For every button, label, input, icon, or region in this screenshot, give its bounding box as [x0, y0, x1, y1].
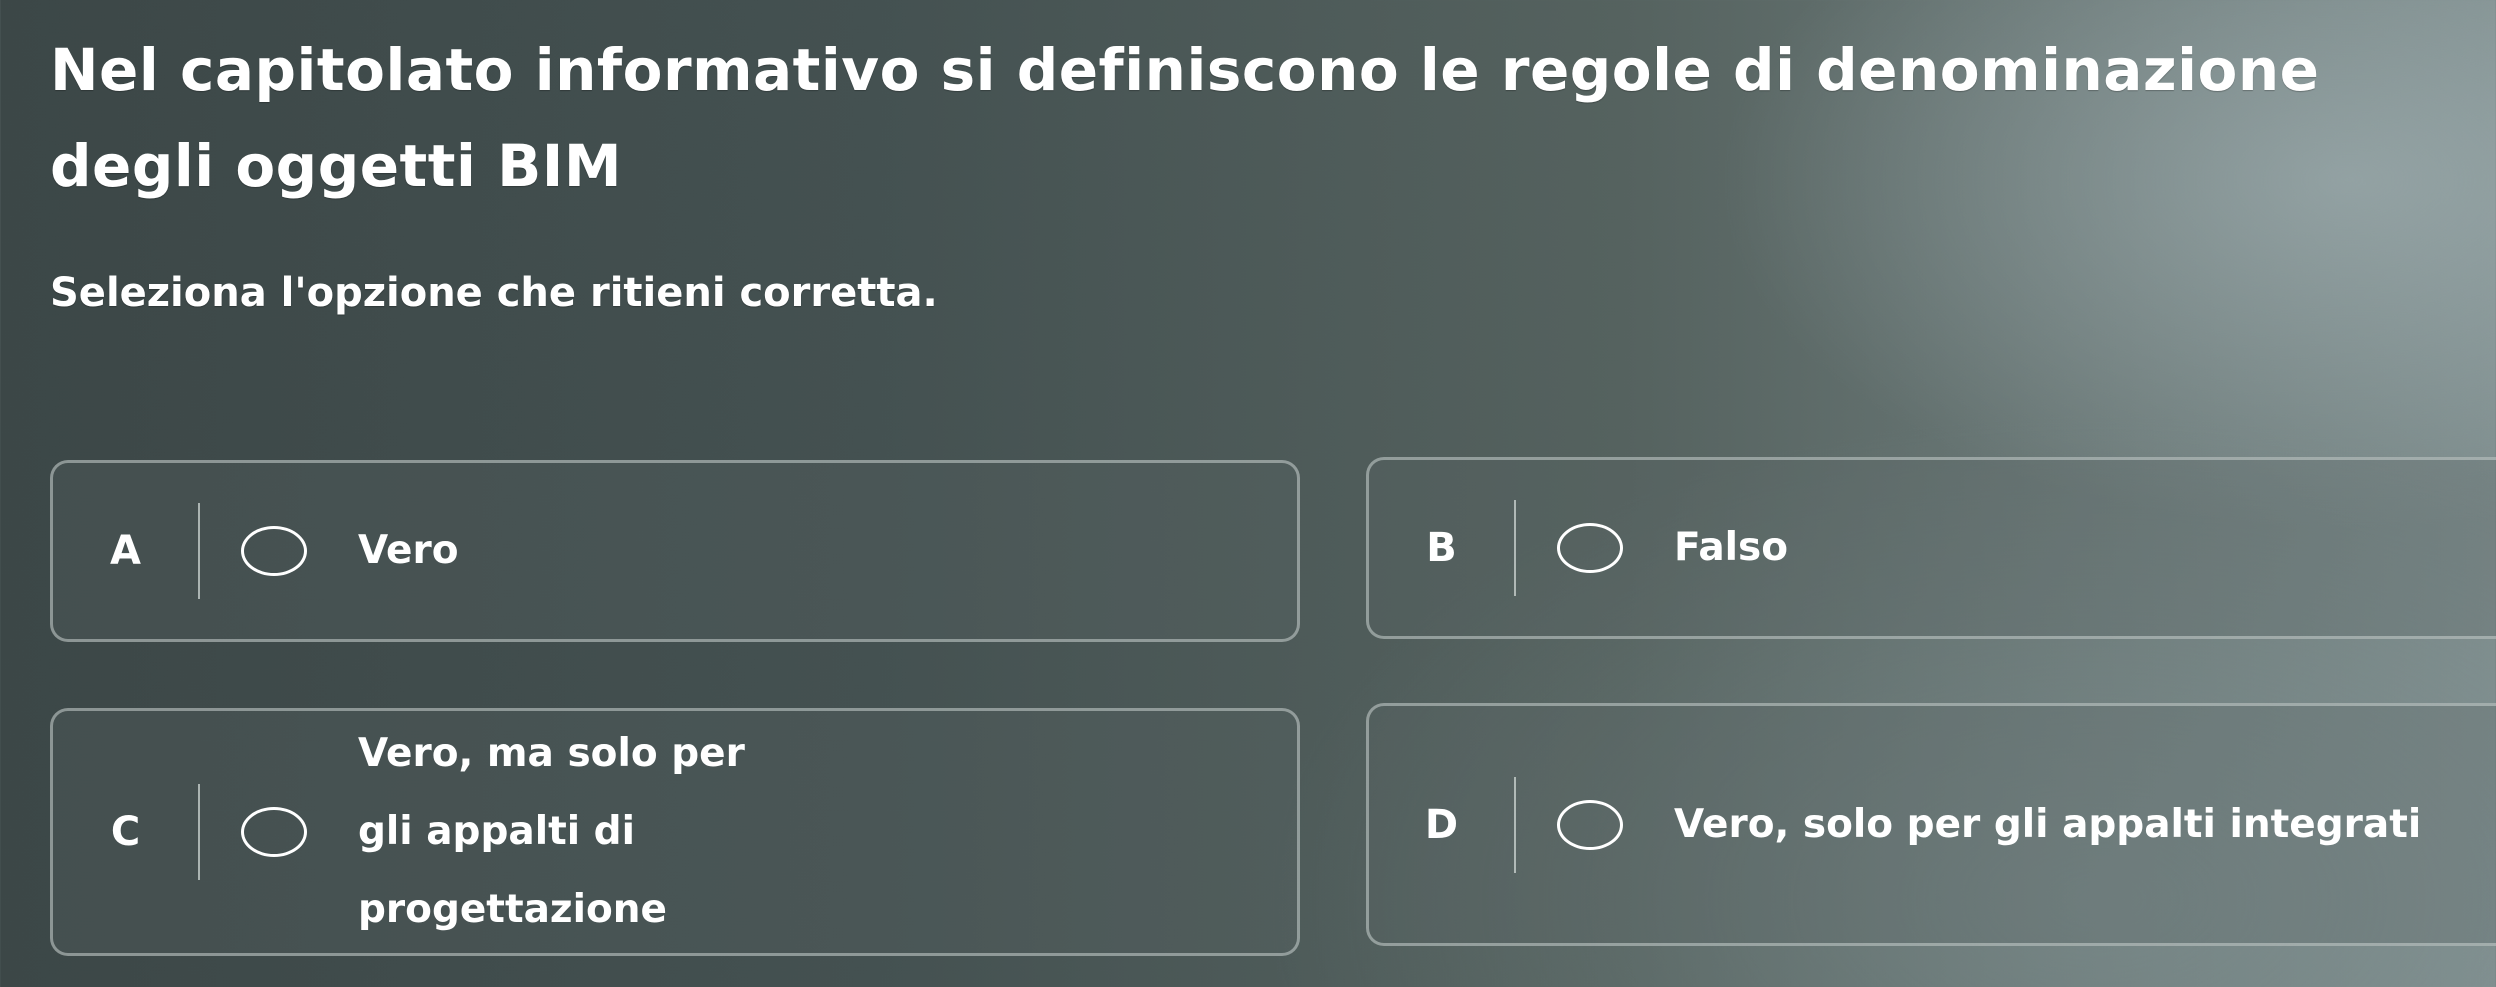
option-c[interactable]: C Vero, ma solo per gli appalti di proge… [50, 708, 1300, 956]
option-d[interactable]: D Vero, solo per gli appalti integrati [1366, 703, 2496, 946]
option-label-text: Vero, solo per gli appalti integrati [1674, 801, 2422, 847]
option-label-text: Vero [358, 528, 459, 573]
option-divider [198, 503, 200, 599]
option-letter: D [1424, 801, 1459, 848]
radio-circle-icon[interactable] [241, 807, 307, 857]
question-text: Nel capitolato informativo si definiscon… [50, 36, 2320, 200]
radio-circle-icon[interactable] [1557, 523, 1623, 573]
option-divider [1514, 500, 1516, 596]
option-letter: A [110, 528, 141, 574]
option-divider [1514, 776, 1516, 873]
option-label-text: Falso [1674, 525, 1789, 570]
instruction-text: Seleziona l'opzione che ritieni corretta… [50, 270, 938, 316]
option-label: Vero, ma solo per gli appalti di progett… [358, 711, 777, 953]
option-label: Vero, solo per gli appalti integrati [1674, 706, 2496, 943]
option-letter: C [110, 809, 141, 855]
radio-circle-icon[interactable] [1557, 799, 1623, 850]
option-label: Vero [358, 463, 1257, 639]
option-b[interactable]: B Falso [1366, 457, 2496, 639]
option-a[interactable]: A Vero [50, 460, 1300, 642]
option-letter: B [1426, 525, 1457, 571]
option-label: Falso [1674, 460, 2496, 636]
radio-circle-icon[interactable] [241, 526, 307, 576]
option-label-text: Vero, ma solo per gli appalti di progett… [358, 731, 745, 932]
option-divider [198, 784, 200, 880]
